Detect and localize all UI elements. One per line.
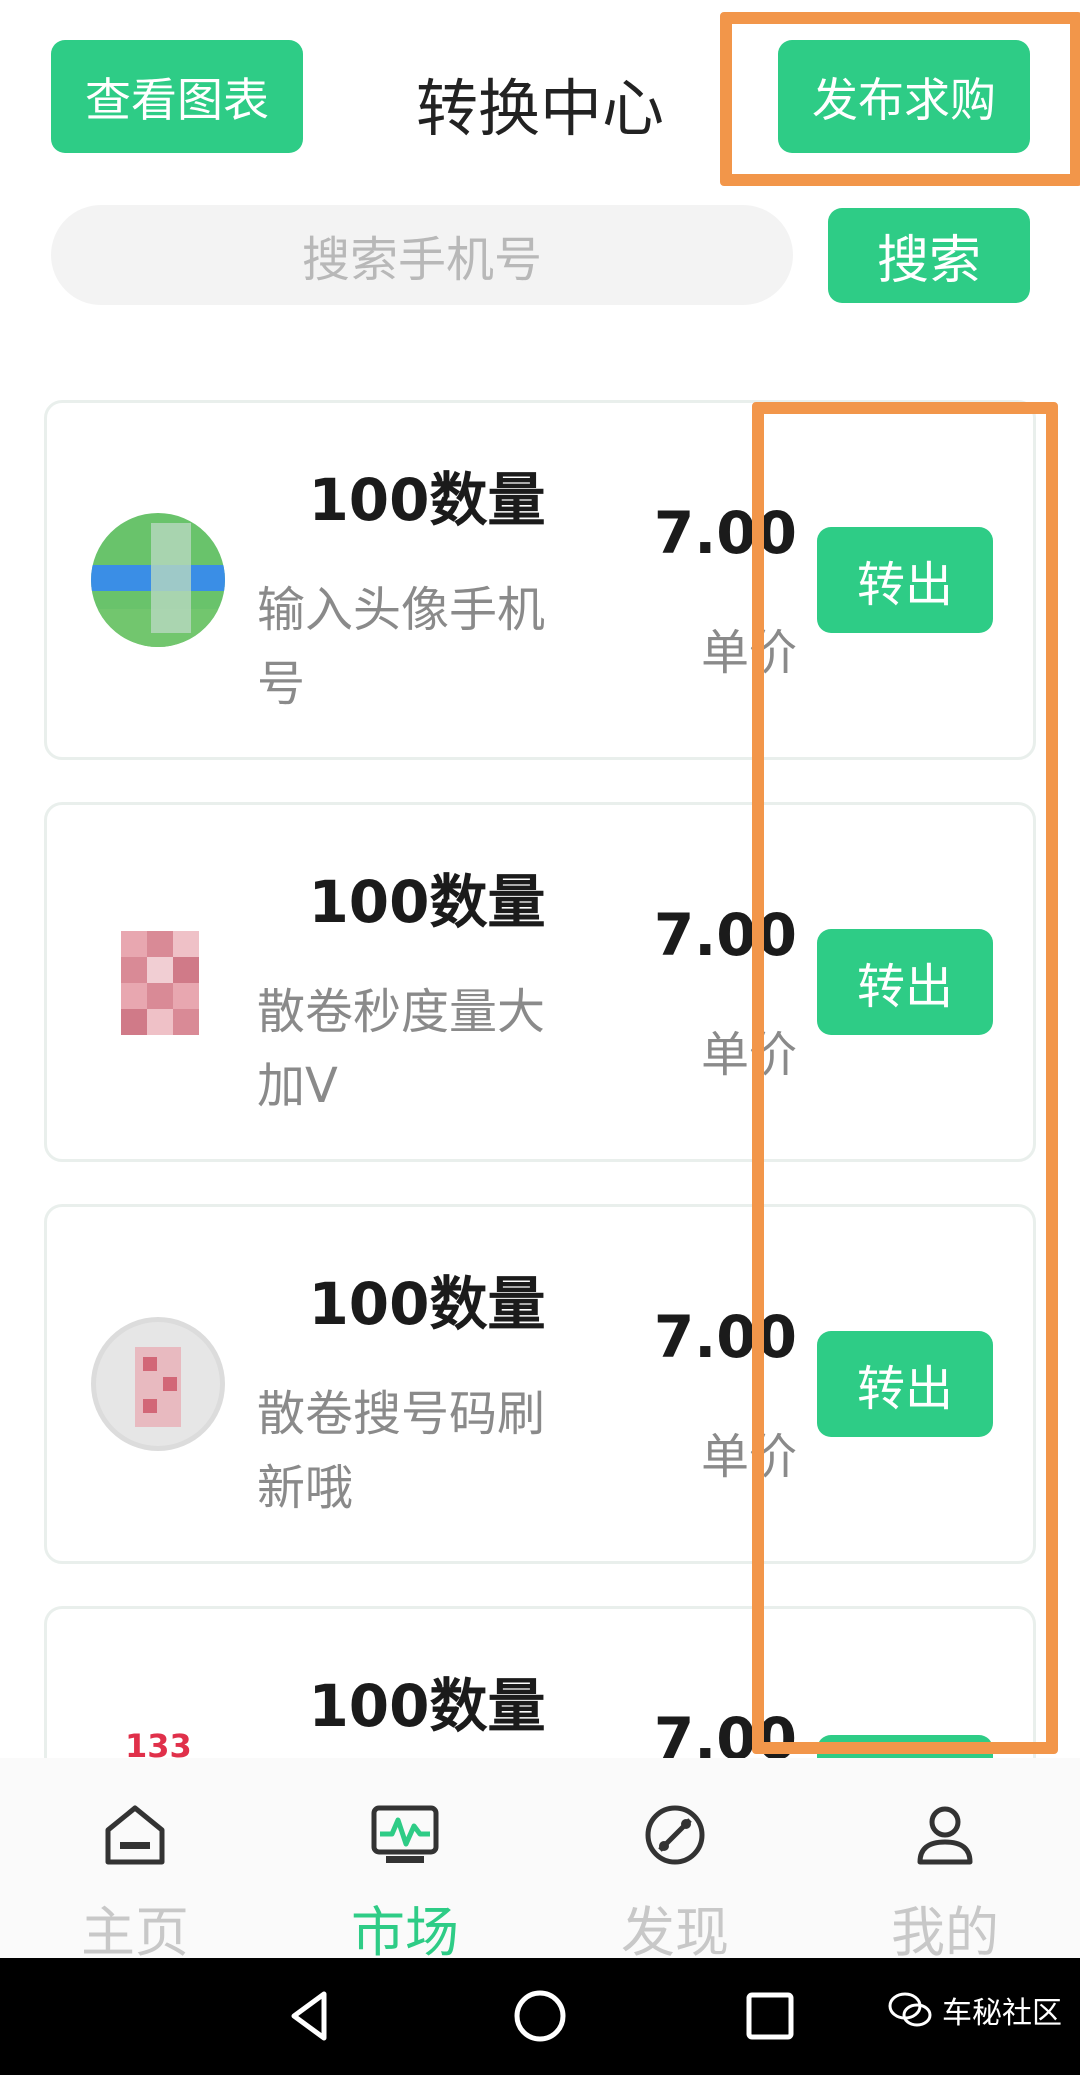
recents-icon[interactable] [740, 1986, 800, 2046]
listing-description: 散卷搜号码刷新哦 [257, 1386, 546, 1516]
tab-label: 我的 [891, 1901, 999, 1964]
profile-icon [917, 1806, 973, 1865]
wechat-icon [888, 1992, 932, 2027]
tab-label: 市场 [351, 1901, 459, 1964]
bottom-tab-bar: 主页 市场 发现 我的 [0, 1758, 1080, 1964]
discover-icon [645, 1805, 705, 1865]
listing-quantity: 100数量 [308, 466, 546, 534]
tab-label: 主页 [81, 1901, 189, 1964]
avatar [91, 513, 225, 647]
annotation-highlight-transfer-column [752, 402, 1058, 1754]
listing-quantity: 100数量 [308, 1672, 546, 1740]
listing-quantity: 100数量 [308, 868, 546, 936]
tab-label: 发现 [621, 1901, 729, 1964]
home-icon [105, 1805, 165, 1865]
avatar [91, 1317, 225, 1451]
listing-description: 散卷秒度量大加V [257, 984, 546, 1114]
listing-description: 输入头像手机号 [257, 582, 546, 712]
avatar [91, 915, 225, 1049]
annotation-highlight-publish [720, 12, 1080, 186]
thumb-label: 133 [125, 1727, 192, 1758]
system-navigation-bar: 车秘社区 [0, 1958, 1080, 2075]
market-icon [371, 1805, 439, 1863]
search-button[interactable]: 搜索 [828, 208, 1030, 303]
view-chart-button[interactable]: 查看图表 [51, 40, 303, 153]
tab-market[interactable]: 市场 [270, 1758, 540, 1964]
page-title: 转换中心 [415, 72, 664, 145]
tab-home[interactable]: 主页 [0, 1758, 270, 1964]
listing-quantity: 100数量 [308, 1270, 546, 1338]
home-circle-icon[interactable] [510, 1986, 570, 2046]
tab-discover[interactable]: 发现 [540, 1758, 810, 1964]
watermark-text: 车秘社区 [942, 1996, 1062, 2031]
watermark: 车秘社区 [888, 1988, 1062, 2032]
back-icon[interactable] [280, 1986, 340, 2046]
tab-profile[interactable]: 我的 [810, 1758, 1080, 1964]
search-input[interactable]: 搜索手机号 [51, 205, 793, 305]
